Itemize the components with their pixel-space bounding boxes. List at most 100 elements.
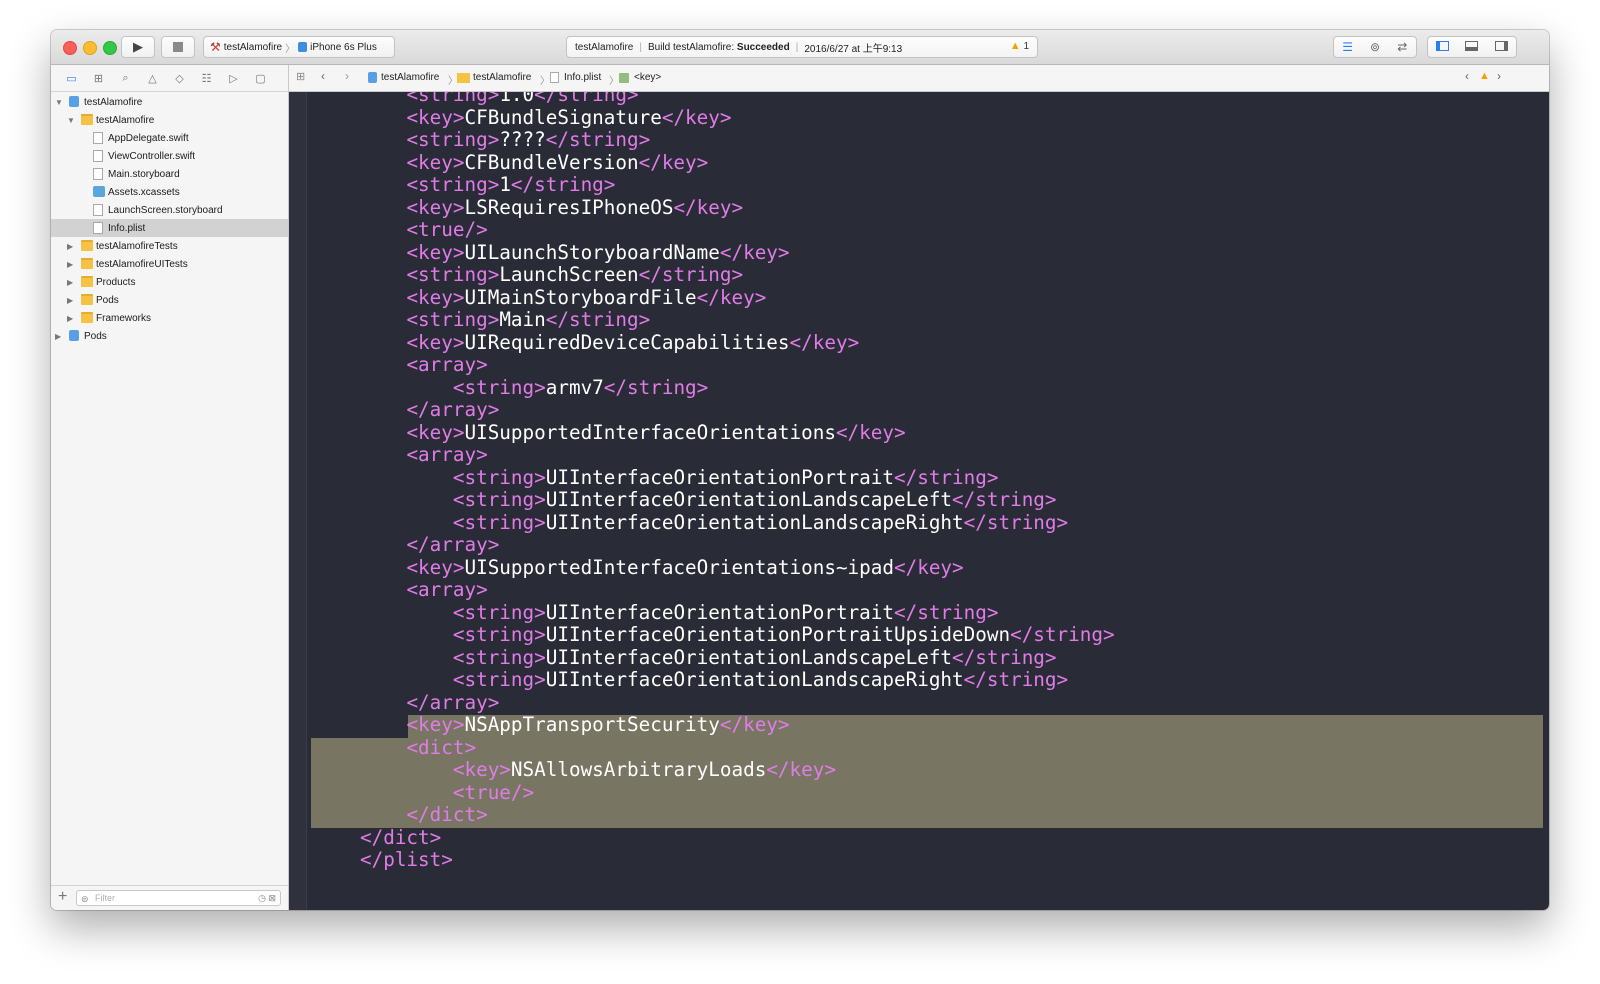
file-tree-item[interactable]: Main.storyboard xyxy=(51,165,288,183)
run-button[interactable]: ▶ xyxy=(121,36,155,58)
file-tree-item[interactable]: ▶ Pods xyxy=(51,291,288,309)
file-tree-item-label: LaunchScreen.storyboard xyxy=(108,204,223,216)
source-editor[interactable]: <string>1.0</string> <key>CFBundleSignat… xyxy=(289,92,1549,910)
xml-tag: </string> xyxy=(952,645,1057,669)
scheme-selector[interactable]: ⚒ testAlamofire 〉 iPhone 6s Plus xyxy=(203,36,395,58)
code-line: <string>UIInterfaceOrientationLandscapeL… xyxy=(360,488,1115,512)
xml-tag: </dict> xyxy=(360,825,442,849)
warning-indicator[interactable]: ▲ 1 xyxy=(1010,40,1029,52)
code-text[interactable]: <string>1.0</string> <key>CFBundleSignat… xyxy=(360,92,1115,872)
disclosure-closed-icon[interactable]: ▶ xyxy=(67,278,77,287)
code-line: <string>UIInterfaceOrientationPortrait</… xyxy=(360,600,1115,625)
file-tree-item[interactable]: ▼ testAlamofire xyxy=(51,93,288,111)
zoom-window-button[interactable] xyxy=(103,41,117,55)
xml-value: Main xyxy=(499,308,546,331)
file-tree-item[interactable]: ▶ testAlamofireUITests xyxy=(51,255,288,273)
code-line: <key>UIMainStoryboardFile</key> xyxy=(360,285,1115,310)
xcode-window: ▶ ⚒ testAlamofire 〉 iPhone 6s Plus testA… xyxy=(51,30,1549,910)
scheme-target-label: testAlamofire xyxy=(223,41,283,53)
file-tree-item-label: Info.plist xyxy=(108,222,146,234)
file-tree-item[interactable]: Assets.xcassets xyxy=(51,183,288,201)
disclosure-open-icon[interactable]: ▼ xyxy=(67,116,77,125)
previous-issue-icon[interactable]: ‹ xyxy=(1465,69,1469,83)
file-tree-item[interactable]: ▶ Frameworks xyxy=(51,309,288,327)
file-tree-item-label: ViewController.swift xyxy=(108,150,196,162)
crumb-file[interactable]: Info.plist xyxy=(564,72,601,83)
close-window-button[interactable] xyxy=(63,41,77,55)
filter-input[interactable]: ⊜ Filter ◷ ⊠ xyxy=(76,890,281,906)
issue-navigator-icon[interactable]: △ xyxy=(143,72,162,85)
stop-button[interactable] xyxy=(161,36,195,58)
file-tree-item[interactable]: ▼ testAlamofire xyxy=(51,111,288,129)
xml-tag: </string> xyxy=(510,173,616,196)
standard-editor-icon[interactable]: ☰ xyxy=(1334,40,1361,54)
back-icon[interactable]: ‹ xyxy=(321,69,325,83)
file-tree-item[interactable]: ViewController.swift xyxy=(51,147,288,165)
code-line: <key>CFBundleSignature</key> xyxy=(360,105,1115,130)
xml-tag: <array> xyxy=(406,578,488,601)
report-navigator-icon[interactable]: ▢ xyxy=(251,72,270,85)
xml-tag: <string> xyxy=(452,600,546,624)
xml-tag: </string> xyxy=(638,263,744,286)
disclosure-closed-icon[interactable]: ▶ xyxy=(67,242,77,251)
xml-tag: </dict> xyxy=(406,803,488,826)
disclosure-open-icon[interactable]: ▼ xyxy=(55,98,65,107)
crumb-key[interactable]: <key> xyxy=(634,72,661,83)
test-navigator-icon[interactable]: ◇ xyxy=(170,72,189,85)
xml-value: UIInterfaceOrientationLandscapeRight xyxy=(545,510,964,534)
file-tree-item-label: testAlamofire xyxy=(84,96,143,108)
code-line: </array> xyxy=(360,398,1115,422)
breakpoint-navigator-icon[interactable]: ▷ xyxy=(224,72,243,85)
folder-icon xyxy=(81,258,93,269)
file-tree-item[interactable]: ▶ testAlamofireTests xyxy=(51,237,288,255)
debug-area-toggle-icon[interactable] xyxy=(1457,40,1486,54)
navigator-toggle-icon[interactable] xyxy=(1428,40,1457,54)
code-line: <string>UIInterfaceOrientationPortrait</… xyxy=(360,466,1115,490)
file-tree-item[interactable]: ▶ Products xyxy=(51,273,288,291)
next-issue-icon[interactable]: › xyxy=(1497,69,1501,83)
add-icon[interactable]: + xyxy=(58,888,67,906)
xml-tag: </key> xyxy=(661,105,732,129)
xml-tag: <string> xyxy=(406,173,500,196)
xml-value: LSRequiresIPhoneOS xyxy=(464,195,674,219)
assistant-editor-icon[interactable]: ⊚ xyxy=(1361,40,1388,54)
crumb-group[interactable]: testAlamofire xyxy=(473,72,531,83)
xml-tag: </key> xyxy=(696,285,767,309)
file-tree-item-label: testAlamofireUITests xyxy=(96,258,188,270)
crumb-project[interactable]: testAlamofire xyxy=(381,72,439,83)
xml-tag: <string> xyxy=(452,488,546,511)
version-editor-icon[interactable]: ⇄ xyxy=(1389,40,1416,54)
recent-files-icon[interactable]: ◷ ⊠ xyxy=(258,891,276,905)
scheme-device-label: iPhone 6s Plus xyxy=(310,41,377,53)
disclosure-closed-icon[interactable]: ▶ xyxy=(67,314,77,323)
disclosure-closed-icon[interactable]: ▶ xyxy=(67,296,77,305)
folder-icon[interactable]: ▭ xyxy=(62,72,81,85)
related-items-icon[interactable]: ⊞ xyxy=(296,70,305,83)
utilities-toggle-icon[interactable] xyxy=(1487,40,1516,54)
xml-tag: <key> xyxy=(406,555,465,579)
warning-icon[interactable]: ▲ xyxy=(1479,70,1490,82)
file-tree-item[interactable]: Info.plist xyxy=(51,219,288,237)
symbol-navigator-icon[interactable]: ⊞ xyxy=(89,72,108,85)
file-tree-item[interactable]: AppDelegate.swift xyxy=(51,129,288,147)
editor-gutter xyxy=(289,92,307,910)
search-icon[interactable]: ⌕ xyxy=(116,72,135,85)
xml-tag: </string> xyxy=(963,668,1069,691)
minimize-window-button[interactable] xyxy=(83,41,97,55)
disclosure-closed-icon[interactable]: ▶ xyxy=(67,260,77,269)
code-line: <key>UISupportedInterfaceOrientations~ip… xyxy=(360,555,1115,580)
disclosure-closed-icon[interactable]: ▶ xyxy=(55,332,65,341)
xml-tag: <string> xyxy=(452,623,546,646)
xml-value: UIMainStoryboardFile xyxy=(464,285,697,309)
file-tree-item[interactable]: ▶ Pods xyxy=(51,327,288,345)
plist-file-icon xyxy=(550,72,559,83)
forward-icon[interactable]: › xyxy=(345,69,349,83)
xml-tag: </key> xyxy=(673,195,744,219)
debug-navigator-icon[interactable]: ☷ xyxy=(197,72,216,85)
xml-tag: </string> xyxy=(603,375,709,399)
file-tree-item[interactable]: LaunchScreen.storyboard xyxy=(51,201,288,219)
xml-value: UIInterfaceOrientationPortraitUpsideDown xyxy=(545,623,1011,646)
